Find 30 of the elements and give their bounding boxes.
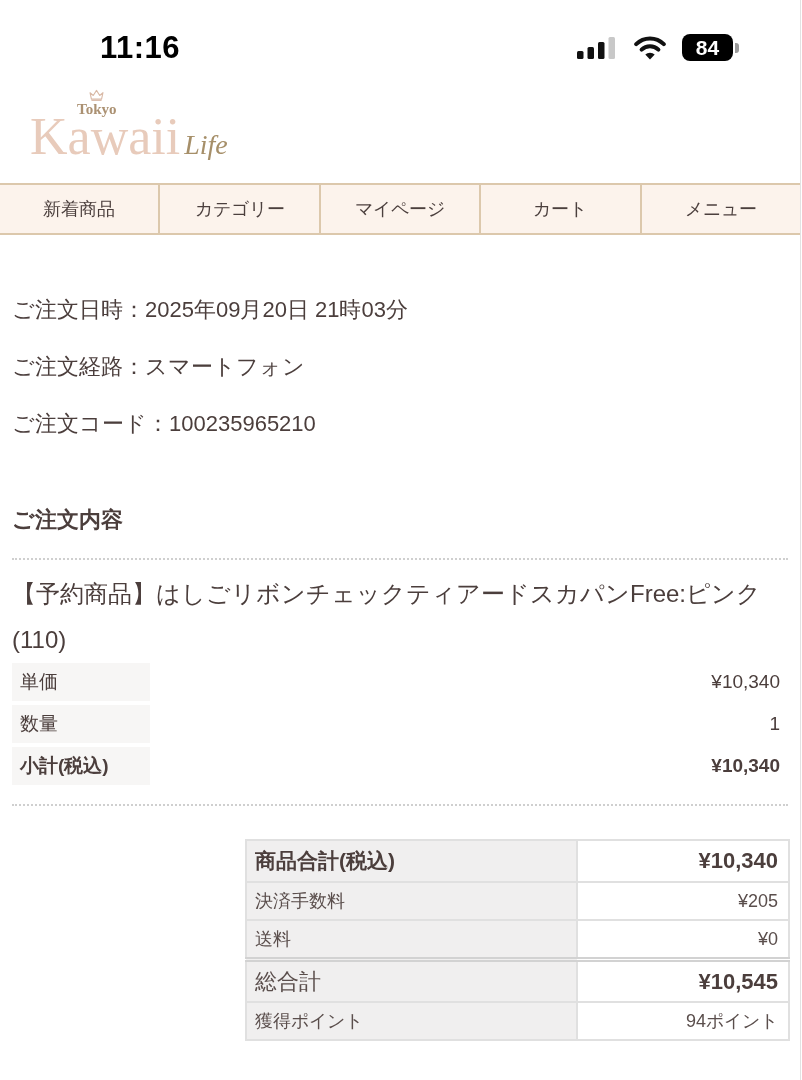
order-info-text: ご注文日時：2025年09月20日 21時03分 — [12, 296, 409, 324]
detail-value: ¥10,340 — [711, 671, 780, 693]
nav-tab[interactable]: カート — [479, 185, 640, 233]
totals-label-cell: 決済手数料 — [246, 882, 577, 920]
wifi-icon — [634, 35, 666, 60]
detail-value: ¥10,340 — [711, 755, 780, 777]
status-time: 11:16 — [100, 29, 181, 66]
nav-tab[interactable]: 新着商品 — [0, 185, 159, 233]
detail-value: 1 — [769, 713, 780, 735]
totals-value-cell: ¥10,545 — [577, 959, 789, 1002]
signal-icon — [577, 36, 616, 59]
totals-label-cell: 獲得ポイント — [246, 1002, 577, 1040]
nav-tab[interactable]: マイページ — [318, 185, 480, 233]
totals-value-cell: ¥205 — [577, 882, 789, 920]
nav-tab[interactable]: カテゴリー — [158, 185, 319, 233]
nav-tab[interactable]: メニュー — [639, 185, 800, 233]
battery-indicator: 84 — [682, 34, 739, 61]
totals-label-cell: 総合計 — [246, 959, 577, 1002]
section-heading: ご注文内容 — [12, 506, 124, 534]
totals-label-cell: 商品合計(税込) — [246, 840, 577, 882]
detail-label-cell: 数量 — [12, 705, 150, 743]
crown-icon — [89, 89, 105, 101]
totals-label-cell: 送料 — [246, 920, 577, 960]
product-name: 【予約商品】はしごリボンチェックティアードスカパンFree:ピンク(110) — [11, 579, 762, 655]
order-info-text: ご注文経路：スマートフォン — [12, 353, 306, 381]
detail-label-cell: 単価 — [12, 663, 150, 701]
detail-label-cell: 小計(税込) — [12, 747, 150, 785]
order-info-text: ご注文コード：100235965210 — [12, 410, 317, 438]
totals-value-cell: ¥10,340 — [577, 840, 789, 882]
totals-value-cell: 94ポイント — [577, 1002, 789, 1040]
